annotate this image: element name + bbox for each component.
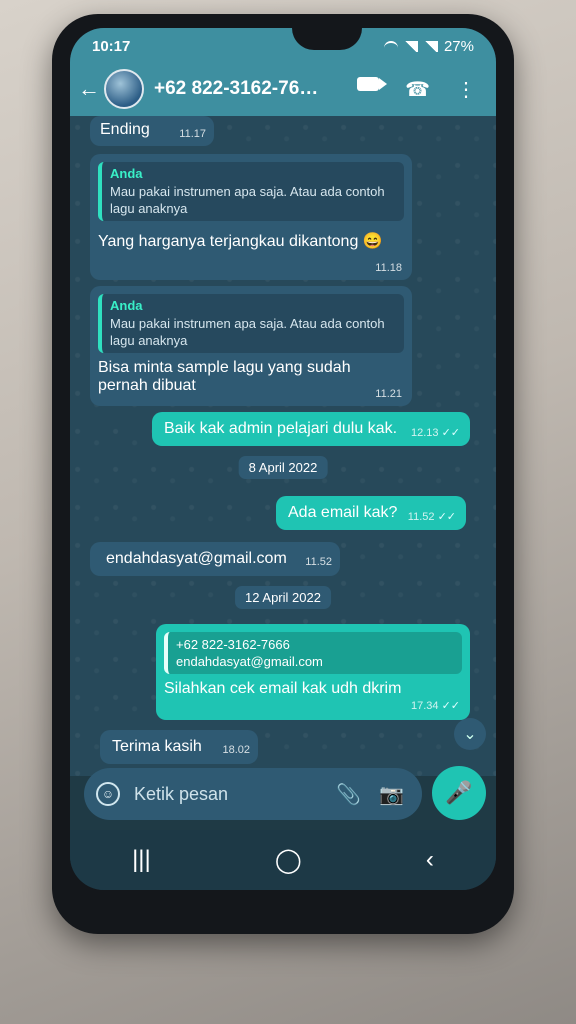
- signal-icon-2: [423, 41, 438, 52]
- quote-author: Anda: [110, 298, 143, 313]
- more-options-icon[interactable]: ⋮: [456, 77, 476, 102]
- message-time: 12.13: [410, 427, 439, 439]
- quote-text: Mau pakai instrumen apa saja. Atau ada c…: [110, 316, 385, 348]
- scroll-down-button[interactable]: ⌄: [454, 718, 486, 750]
- battery-percent: 27%: [443, 38, 474, 55]
- quoted-message[interactable]: Anda Mau pakai instrumen apa saja. Atau …: [98, 162, 404, 221]
- signal-icon: [403, 41, 418, 52]
- emoji-icon[interactable]: ☺: [96, 782, 120, 806]
- message-incoming[interactable]: Terima kasih 18.02: [100, 730, 258, 764]
- contact-name[interactable]: +62 822-3162-76…: [154, 78, 318, 100]
- back-arrow-icon[interactable]: ←: [78, 76, 100, 102]
- quote-email: endahdasyat@gmail.com: [176, 654, 323, 669]
- camera-icon[interactable]: 📷: [379, 782, 404, 807]
- chat-app-bar: ← +62 822-3162-76… ☎ ⋮: [70, 62, 496, 116]
- message-text: Terima kasih: [112, 738, 202, 755]
- status-bar: 10:17 27%: [70, 28, 496, 62]
- quote-text: Mau pakai instrumen apa saja. Atau ada c…: [110, 184, 385, 216]
- chevron-double-down-icon: ⌄: [463, 726, 477, 743]
- read-ticks-icon: ✓✓: [441, 427, 460, 439]
- avatar[interactable]: [104, 69, 144, 109]
- message-incoming[interactable]: Anda Mau pakai instrumen apa saja. Atau …: [90, 154, 412, 280]
- message-incoming[interactable]: Anda Mau pakai instrumen apa saja. Atau …: [90, 286, 412, 406]
- message-text: Ada email kak?: [288, 504, 398, 521]
- message-outgoing[interactable]: +62 822-3162-7666 endahdasyat@gmail.com …: [156, 624, 470, 720]
- read-ticks-icon: ✓✓: [437, 511, 456, 523]
- chat-area: Ending 11.17 Anda Mau pakai instrumen ap…: [70, 116, 496, 776]
- nav-back-icon[interactable]: ‹: [426, 846, 434, 874]
- phone-screen: 10:17 27% ← +62 822-3162-76… ☎ ⋮ Ending …: [70, 28, 496, 890]
- quote-phone: +62 822-3162-7666: [176, 637, 290, 652]
- quoted-message[interactable]: Anda Mau pakai instrumen apa saja. Atau …: [98, 294, 404, 353]
- message-text: endahdasyat@gmail.com: [106, 550, 287, 567]
- mic-button[interactable]: 🎤: [432, 766, 486, 820]
- message-text: Silahkan cek email kak udh dkrim: [164, 680, 402, 697]
- phone-icon[interactable]: ☎: [405, 77, 430, 102]
- message-text: Baik kak admin pelajari dulu kak.: [164, 420, 398, 437]
- message-input[interactable]: Ketik pesan: [134, 784, 336, 805]
- date-separator: 8 April 2022: [238, 456, 328, 479]
- app-bar-actions: ☎ ⋮: [357, 76, 476, 102]
- message-incoming[interactable]: Ending 11.17: [90, 116, 214, 146]
- wifi-icon: [383, 40, 398, 53]
- camera-notch: [292, 28, 362, 50]
- system-nav-bar: ||| ◯ ‹: [70, 830, 496, 890]
- message-time: 11.18: [375, 262, 402, 274]
- home-icon[interactable]: ◯: [275, 846, 302, 875]
- message-time: 11.52: [407, 511, 435, 523]
- message-time: 11.52: [305, 556, 332, 568]
- message-time: 18.02: [222, 744, 250, 756]
- message-text: Bisa minta sample lagu yang sudah pernah…: [98, 359, 351, 394]
- message-outgoing[interactable]: Baik kak admin pelajari dulu kak. 12.13 …: [152, 412, 470, 446]
- status-icons: 27%: [383, 38, 474, 55]
- date-separator: 12 April 2022: [235, 586, 331, 609]
- quote-author: Anda: [110, 166, 143, 181]
- recents-icon[interactable]: |||: [132, 846, 151, 874]
- message-time: 11.17: [179, 128, 206, 140]
- attach-icon[interactable]: 📎: [336, 782, 361, 807]
- message-time: 11.21: [375, 388, 402, 400]
- message-outgoing[interactable]: Ada email kak? 11.52 ✓✓: [276, 496, 466, 530]
- message-text: Ending: [100, 121, 150, 138]
- status-time: 10:17: [92, 38, 131, 55]
- mic-icon: 🎤: [445, 780, 473, 805]
- read-ticks-icon: ✓✓: [441, 700, 460, 712]
- message-time: 17.34: [410, 700, 439, 712]
- quoted-contact[interactable]: +62 822-3162-7666 endahdasyat@gmail.com: [164, 632, 462, 674]
- message-input-bar: ☺ Ketik pesan 📎 📷: [84, 768, 422, 820]
- message-text: Yang harganya terjangkau dikantong 😄: [98, 233, 383, 250]
- video-call-icon[interactable]: [357, 76, 388, 91]
- message-incoming[interactable]: endahdasyat@gmail.com 11.52: [90, 542, 340, 576]
